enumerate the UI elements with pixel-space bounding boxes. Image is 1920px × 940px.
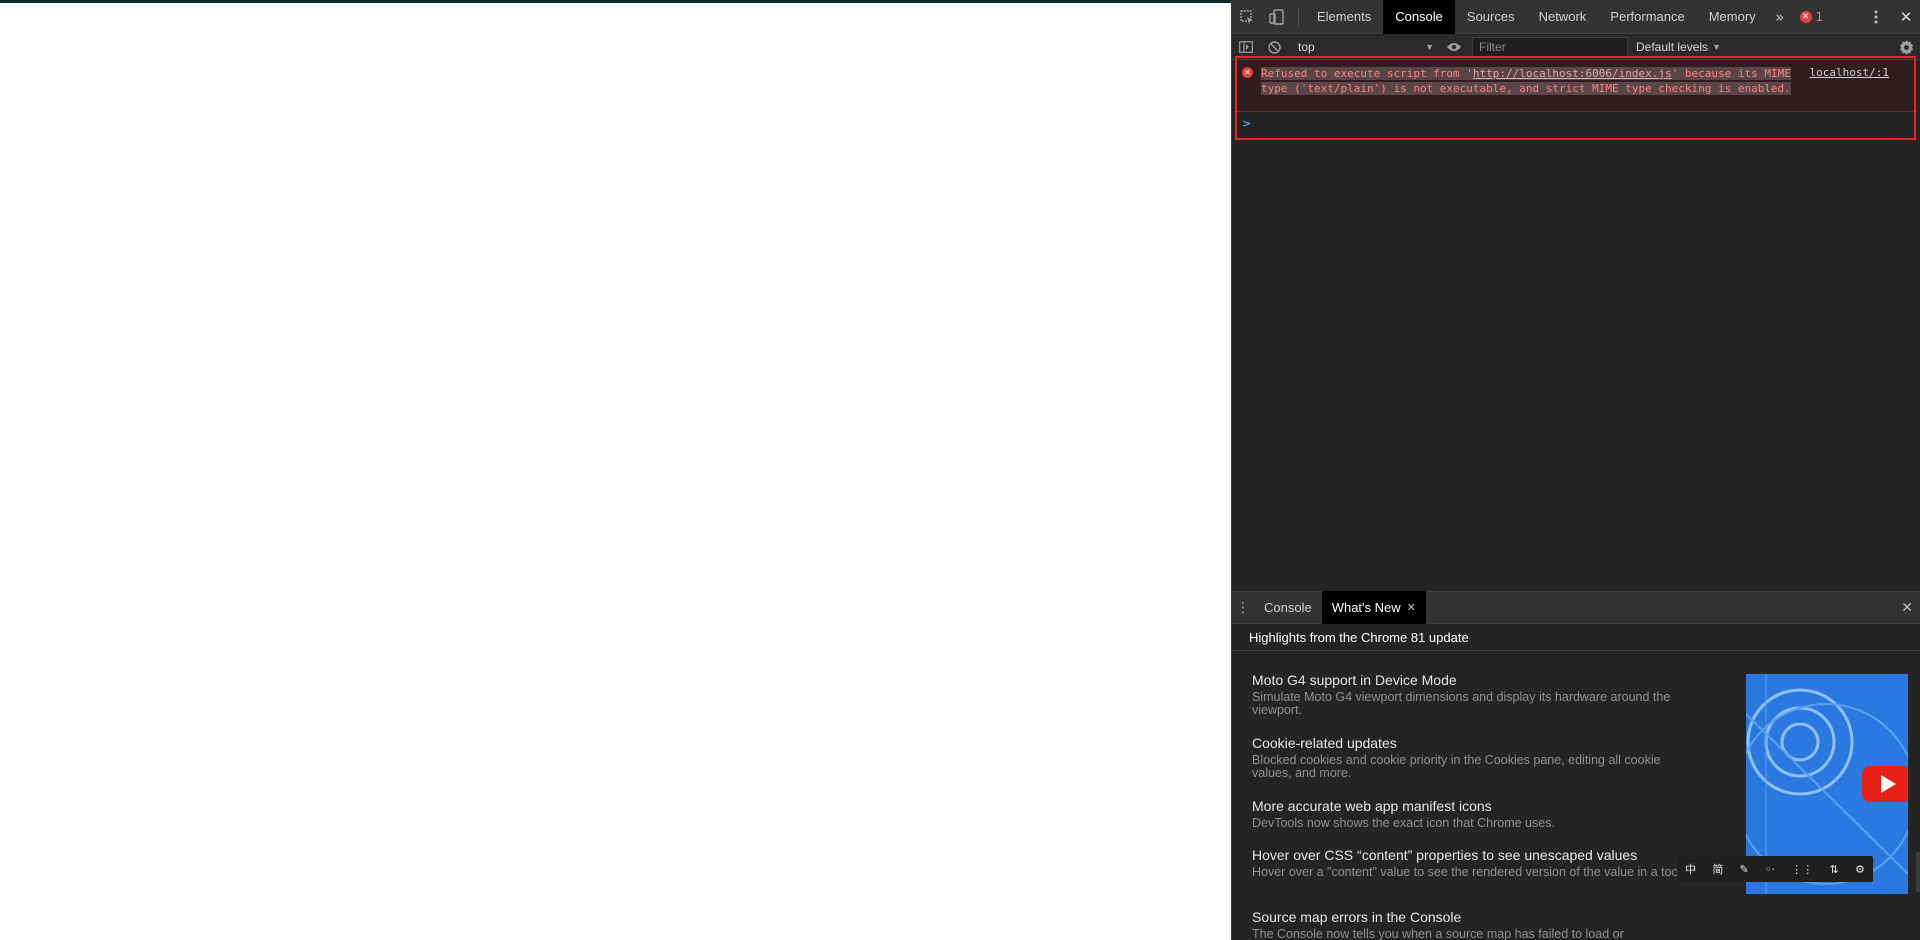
whats-new-item[interactable]: Hover over CSS “content” properties to s… — [1252, 847, 1712, 879]
whats-new-item-desc: Hover over a "content" value to see the … — [1252, 865, 1698, 879]
drawer-tabbar: ⋮ Console What's New ✕ ✕ — [1232, 591, 1920, 624]
whats-new-item-title[interactable]: Cookie-related updates — [1252, 735, 1692, 752]
whats-new-item-desc: DevTools now shows the exact icon that C… — [1252, 816, 1555, 830]
context-selector[interactable]: top ▼ — [1292, 37, 1440, 57]
ime-keyboard-icon[interactable]: ⋮⋮ — [1791, 863, 1813, 876]
toolbar-divider — [1298, 6, 1299, 27]
drawer-tab-console[interactable]: Console — [1254, 591, 1322, 624]
kebab-menu-icon[interactable] — [1861, 0, 1891, 34]
whats-new-item[interactable]: More accurate web app manifest icons Dev… — [1252, 798, 1692, 830]
close-tab-icon[interactable]: ✕ — [1407, 601, 1416, 614]
drawer-scrollbar[interactable] — [1916, 852, 1920, 892]
context-selector-value: top — [1298, 40, 1315, 54]
whats-new-item-title[interactable]: More accurate web app manifest icons — [1252, 798, 1692, 815]
play-button-icon[interactable] — [1862, 766, 1908, 802]
ime-toolbar[interactable]: 中 简 ✎ ◦‧ ⋮⋮ ⇅ ⚙ — [1677, 856, 1873, 882]
device-toolbar-icon[interactable] — [1262, 0, 1292, 34]
console-settings-gear-icon[interactable] — [1897, 38, 1915, 56]
whats-new-item-title[interactable]: Moto G4 support in Device Mode — [1252, 672, 1692, 689]
close-icon[interactable]: ✕ — [1891, 0, 1920, 34]
devtools-panel: Elements Console Sources Network Perform… — [1231, 0, 1920, 940]
whats-new-item-desc: Blocked cookies and cookie priority in t… — [1252, 753, 1661, 780]
ime-toolbox-icon[interactable]: ⇅ — [1830, 863, 1839, 876]
whats-new-item-title[interactable]: Hover over CSS “content” properties to s… — [1252, 847, 1712, 864]
dropdown-arrow-icon: ▼ — [1425, 42, 1434, 52]
error-count-badge[interactable]: ✕ 1 — [1792, 10, 1832, 24]
whats-new-item-desc: Simulate Moto G4 viewport dimensions and… — [1252, 690, 1671, 717]
log-levels-label: Default levels — [1636, 40, 1709, 54]
ime-chinese-mode-icon[interactable]: 中 — [1685, 861, 1696, 877]
whats-new-item-title[interactable]: Source map errors in the Console — [1252, 909, 1692, 926]
devtools-tabbar: Elements Console Sources Network Perform… — [1232, 0, 1920, 34]
console-output[interactable]: ✕ Refused to execute script from 'http:/… — [1232, 56, 1920, 590]
whats-new-body[interactable]: Moto G4 support in Device Mode Simulate … — [1232, 652, 1920, 940]
whats-new-item[interactable]: Cookie-related updates Blocked cookies a… — [1252, 735, 1692, 780]
inspect-element-icon[interactable] — [1232, 0, 1262, 34]
dropdown-arrow-icon: ▼ — [1712, 42, 1721, 52]
annotation-highlight-box — [1235, 56, 1916, 140]
drawer-tab-whats-new[interactable]: What's New ✕ — [1321, 591, 1426, 624]
ime-punctuation-icon[interactable]: ◦‧ — [1765, 863, 1775, 876]
whats-new-item[interactable]: Source map errors in the Console The Con… — [1252, 909, 1692, 940]
tab-memory[interactable]: Memory — [1697, 0, 1768, 34]
ime-pen-icon[interactable]: ✎ — [1740, 863, 1749, 876]
tab-elements[interactable]: Elements — [1305, 0, 1383, 34]
ime-simplified-icon[interactable]: 简 — [1712, 861, 1723, 877]
chevrons-right-icon[interactable]: » — [1768, 0, 1792, 34]
whats-new-item-desc: The Console now tells you when a source … — [1252, 927, 1624, 940]
close-drawer-icon[interactable]: ✕ — [1901, 600, 1913, 616]
tab-performance[interactable]: Performance — [1598, 0, 1696, 34]
tab-sources[interactable]: Sources — [1455, 0, 1527, 34]
tab-console[interactable]: Console — [1383, 0, 1455, 34]
ime-settings-icon[interactable]: ⚙ — [1855, 863, 1865, 876]
filter-input[interactable] — [1472, 37, 1628, 57]
drawer-menu-icon[interactable]: ⋮ — [1232, 591, 1254, 624]
page-viewport — [0, 3, 1231, 940]
error-icon: ✕ — [1799, 10, 1812, 23]
error-count: 1 — [1815, 9, 1824, 24]
drawer-tab-whats-new-label: What's New — [1331, 600, 1401, 615]
whats-new-item[interactable]: Moto G4 support in Device Mode Simulate … — [1252, 672, 1692, 717]
whats-new-header: Highlights from the Chrome 81 update — [1232, 625, 1920, 651]
log-levels-dropdown[interactable]: Default levels ▼ — [1636, 40, 1721, 54]
tab-network[interactable]: Network — [1527, 0, 1599, 34]
